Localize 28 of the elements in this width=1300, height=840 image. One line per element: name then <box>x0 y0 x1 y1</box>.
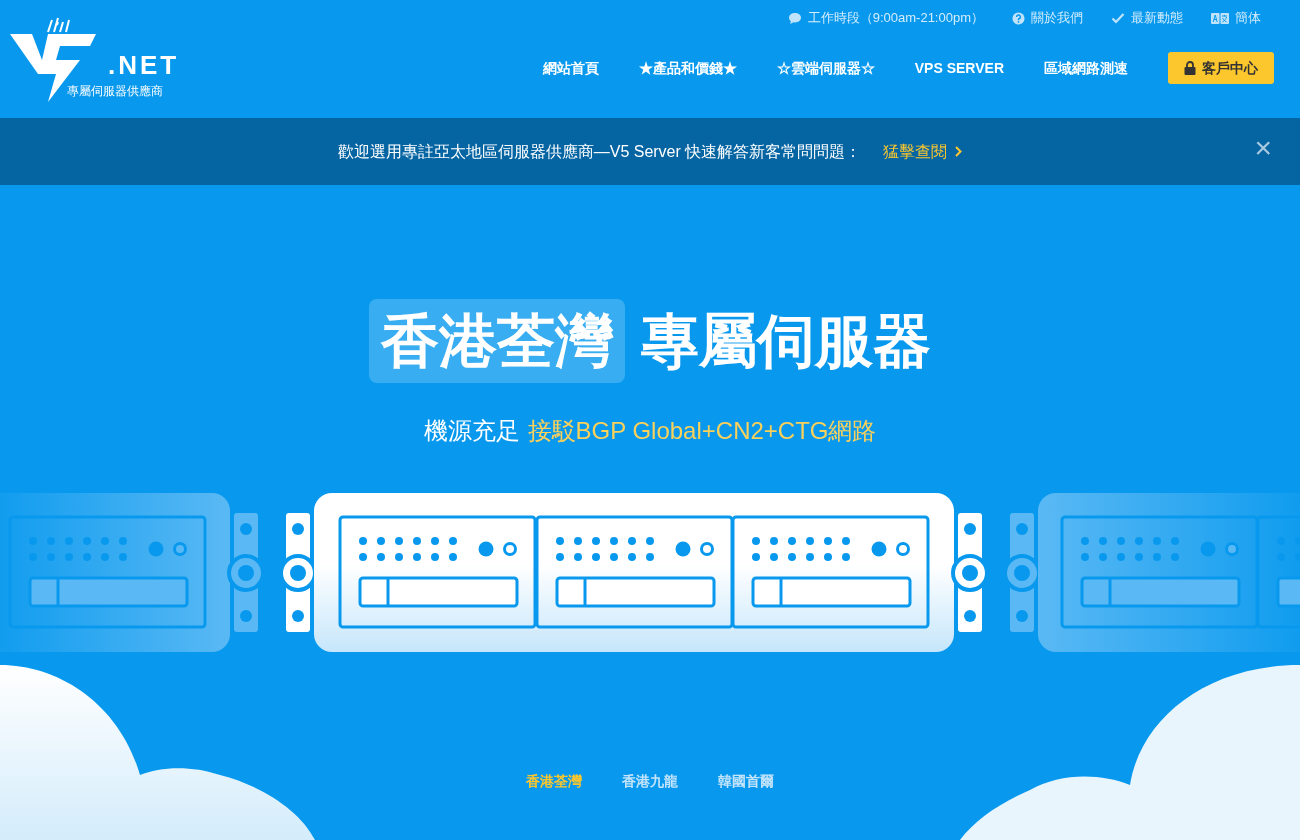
lock-icon <box>1184 61 1196 75</box>
notice-text: 歡迎選用專註亞太地區伺服器供應商—V5 Server 快速解答新客常問問題： <box>337 141 862 162</box>
nav-link[interactable]: ★產品和價錢★ <box>638 57 737 79</box>
nav-link[interactable]: 網站首頁 <box>542 57 599 79</box>
top-link[interactable]: 最新動態 <box>1111 8 1183 28</box>
hero-title: 專屬伺服器 <box>641 307 931 375</box>
chevron-right-icon <box>955 146 963 157</box>
location-tab[interactable]: 韓國首爾 <box>718 771 774 792</box>
chat-icon <box>787 11 802 25</box>
nav-link[interactable]: VPS SERVER <box>914 57 1004 79</box>
check-icon <box>1111 12 1125 24</box>
translate-icon <box>1211 12 1229 24</box>
hero-subtitle-highlight: 接駁BGP Global+CN2+CTG網路 <box>527 416 877 446</box>
top-link[interactable]: 工作時段（9:00am-21:00pm） <box>787 8 984 28</box>
logo-text: .NET <box>108 52 180 78</box>
top-link[interactable]: 關於我們 <box>1012 8 1083 28</box>
help-icon <box>1012 11 1025 25</box>
hero-subtitle: 機源充足 <box>423 416 520 446</box>
hero-title-highlight: 香港荃灣 <box>369 299 625 383</box>
top-link[interactable]: 簡体 <box>1211 8 1261 28</box>
close-button[interactable]: × <box>1254 133 1272 163</box>
nav-link[interactable]: ☆雲端伺服器☆ <box>776 57 875 79</box>
nav-link[interactable]: 區域網路測速 <box>1044 57 1128 79</box>
client-center-button[interactable]: 客戶中心 <box>1168 52 1274 84</box>
location-tab[interactable]: 香港荃灣 <box>526 771 582 792</box>
location-tab[interactable]: 香港九龍 <box>622 771 678 792</box>
logo-tagline: 專屬伺服器供應商 <box>67 83 163 100</box>
notice-link[interactable]: 猛擊查閱 <box>883 139 963 164</box>
